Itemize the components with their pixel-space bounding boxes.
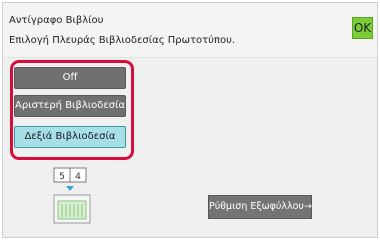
cover-settings-button[interactable]: Ρύθμιση Εξωφύλλου→	[208, 195, 312, 219]
option-right-binding-button[interactable]: Δεξιά Βιβλιοδεσία	[14, 126, 126, 148]
option-left-binding-button[interactable]: Αριστερή Βιβλιοδεσία	[14, 95, 126, 117]
book-binding-icon: 5 4	[50, 166, 94, 228]
page-number-left: 5	[59, 172, 65, 182]
book-binding-illustration: 5 4	[53, 167, 91, 224]
header: Αντίγραφο Βιβλίου Επιλογή Πλευράς Βιβλιο…	[3, 3, 377, 58]
cover-settings-label: Ρύθμιση Εξωφύλλου	[209, 201, 304, 212]
option-off-button[interactable]: Off	[14, 67, 126, 89]
arrow-down-icon	[66, 186, 74, 191]
ok-button[interactable]: OK	[352, 17, 373, 39]
page-title: Αντίγραφο Βιβλίου	[9, 15, 104, 26]
arrow-right-icon: →	[303, 201, 312, 212]
page-subtitle: Επιλογή Πλευράς Βιβλιοδεσίας Πρωτοτύπου.	[9, 35, 236, 46]
page-number-right: 4	[75, 172, 81, 182]
